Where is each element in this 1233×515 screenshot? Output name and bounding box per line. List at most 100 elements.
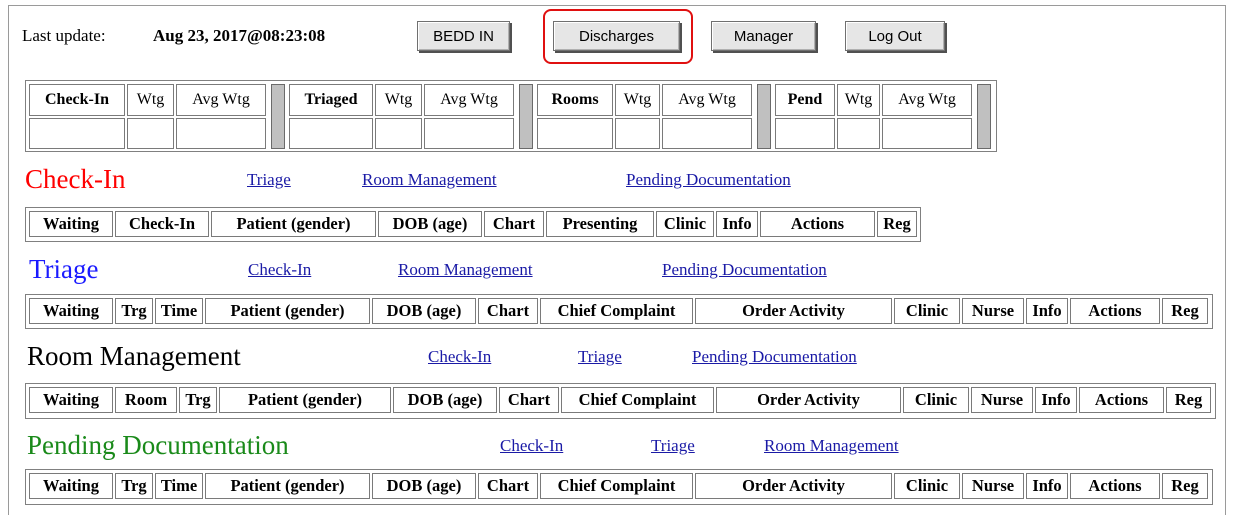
column-header: DOB (age) — [372, 473, 476, 499]
column-header: Reg — [1166, 387, 1211, 413]
column-header: Check-In — [115, 211, 209, 237]
column-header: Info — [1026, 473, 1068, 499]
column-header: Actions — [1079, 387, 1164, 413]
column-header: Chart — [478, 473, 538, 499]
stats-separator — [519, 84, 533, 149]
manager-button[interactable]: Manager — [711, 21, 816, 51]
triage-link-pending-documentation[interactable]: Pending Documentation — [662, 260, 827, 280]
stats-table: Check-In Wtg Avg Wtg Triaged Wtg Avg Wtg… — [25, 80, 997, 152]
stats-rooms-value — [537, 118, 613, 149]
column-header: Room — [115, 387, 177, 413]
pending-link-triage[interactable]: Triage — [651, 436, 695, 456]
stats-pend-avg-value — [882, 118, 972, 149]
triage-link-room-management[interactable]: Room Management — [398, 260, 533, 280]
column-header: Actions — [1070, 473, 1160, 499]
stats-rooms-avg-header: Avg Wtg — [662, 84, 752, 116]
column-header: Patient (gender) — [219, 387, 391, 413]
column-header: Order Activity — [716, 387, 901, 413]
stats-rooms-wtg-value — [615, 118, 660, 149]
column-header: Info — [716, 211, 758, 237]
pending-section-title: Pending Documentation — [27, 430, 289, 460]
column-header: Time — [155, 473, 203, 499]
stats-rooms-wtg-header: Wtg — [615, 84, 660, 116]
stats-triaged-avg-value — [424, 118, 514, 149]
column-header: DOB (age) — [393, 387, 497, 413]
stats-separator — [977, 84, 991, 149]
column-header: Reg — [1162, 473, 1208, 499]
stats-pend-avg-header: Avg Wtg — [882, 84, 972, 116]
stats-pend-wtg-value — [837, 118, 880, 149]
column-header: Actions — [760, 211, 875, 237]
stats-triaged-wtg-value — [375, 118, 422, 149]
column-header: Order Activity — [695, 298, 892, 324]
column-header: Nurse — [962, 473, 1024, 499]
column-header: Nurse — [971, 387, 1033, 413]
room-link-triage[interactable]: Triage — [578, 347, 622, 367]
column-header: Chart — [478, 298, 538, 324]
stats-checkin-wtg-value — [127, 118, 174, 149]
column-header: Info — [1026, 298, 1068, 324]
last-update-label: Last update: — [22, 26, 106, 45]
column-header: DOB (age) — [372, 298, 476, 324]
column-header: Clinic — [894, 298, 960, 324]
stats-triaged-header: Triaged — [289, 84, 373, 116]
stats-separator — [757, 84, 771, 149]
discharges-button[interactable]: Discharges — [553, 21, 680, 51]
triage-link-check-in[interactable]: Check-In — [248, 260, 311, 280]
column-header: Reg — [1162, 298, 1208, 324]
stats-checkin-avg-header: Avg Wtg — [176, 84, 266, 116]
column-header: Waiting — [29, 298, 113, 324]
column-header: Trg — [179, 387, 217, 413]
stats-pend-value — [775, 118, 835, 149]
column-header: Clinic — [903, 387, 969, 413]
checkin-link-triage[interactable]: Triage — [247, 170, 291, 190]
triage-table-header: Waiting Trg Time Patient (gender) DOB (a… — [25, 294, 1213, 329]
column-header: Waiting — [29, 473, 113, 499]
column-header: Patient (gender) — [205, 298, 370, 324]
stats-rooms-avg-value — [662, 118, 752, 149]
column-header: Time — [155, 298, 203, 324]
column-header: Clinic — [894, 473, 960, 499]
room-link-check-in[interactable]: Check-In — [428, 347, 491, 367]
stats-rooms-header: Rooms — [537, 84, 613, 116]
checkin-link-room-management[interactable]: Room Management — [362, 170, 497, 190]
column-header: Chief Complaint — [561, 387, 714, 413]
pending-link-room-management[interactable]: Room Management — [764, 436, 899, 456]
column-header: Actions — [1070, 298, 1160, 324]
column-header: Presenting — [546, 211, 654, 237]
checkin-link-pending-documentation[interactable]: Pending Documentation — [626, 170, 791, 190]
column-header: Patient (gender) — [205, 473, 370, 499]
column-header: Info — [1035, 387, 1077, 413]
log-out-button[interactable]: Log Out — [845, 21, 945, 51]
room-section-title: Room Management — [27, 341, 241, 371]
checkin-section-title: Check-In — [25, 164, 126, 194]
room-link-pending-documentation[interactable]: Pending Documentation — [692, 347, 857, 367]
stats-triaged-value — [289, 118, 373, 149]
stats-checkin-avg-value — [176, 118, 266, 149]
column-header: Trg — [115, 473, 153, 499]
bedd-in-button[interactable]: BEDD IN — [417, 21, 510, 51]
column-header: Nurse — [962, 298, 1024, 324]
room-table-header: Waiting Room Trg Patient (gender) DOB (a… — [25, 383, 1216, 419]
column-header: Chief Complaint — [540, 298, 693, 324]
column-header: Chief Complaint — [540, 473, 693, 499]
column-header: Patient (gender) — [211, 211, 376, 237]
column-header: Chart — [499, 387, 559, 413]
column-header: Chart — [484, 211, 544, 237]
pending-link-check-in[interactable]: Check-In — [500, 436, 563, 456]
stats-pend-wtg-header: Wtg — [837, 84, 880, 116]
stats-checkin-value — [29, 118, 125, 149]
column-header: Order Activity — [695, 473, 892, 499]
pending-table-header: Waiting Trg Time Patient (gender) DOB (a… — [25, 469, 1213, 505]
stats-pend-header: Pend — [775, 84, 835, 116]
column-header: Trg — [115, 298, 153, 324]
stats-separator — [271, 84, 285, 149]
stats-checkin-header: Check-In — [29, 84, 125, 116]
stats-triaged-avg-header: Avg Wtg — [424, 84, 514, 116]
triage-section-title: Triage — [29, 254, 99, 284]
column-header: Clinic — [656, 211, 714, 237]
checkin-table-header: Waiting Check-In Patient (gender) DOB (a… — [25, 207, 921, 242]
stats-checkin-wtg-header: Wtg — [127, 84, 174, 116]
column-header: Waiting — [29, 387, 113, 413]
stats-triaged-wtg-header: Wtg — [375, 84, 422, 116]
